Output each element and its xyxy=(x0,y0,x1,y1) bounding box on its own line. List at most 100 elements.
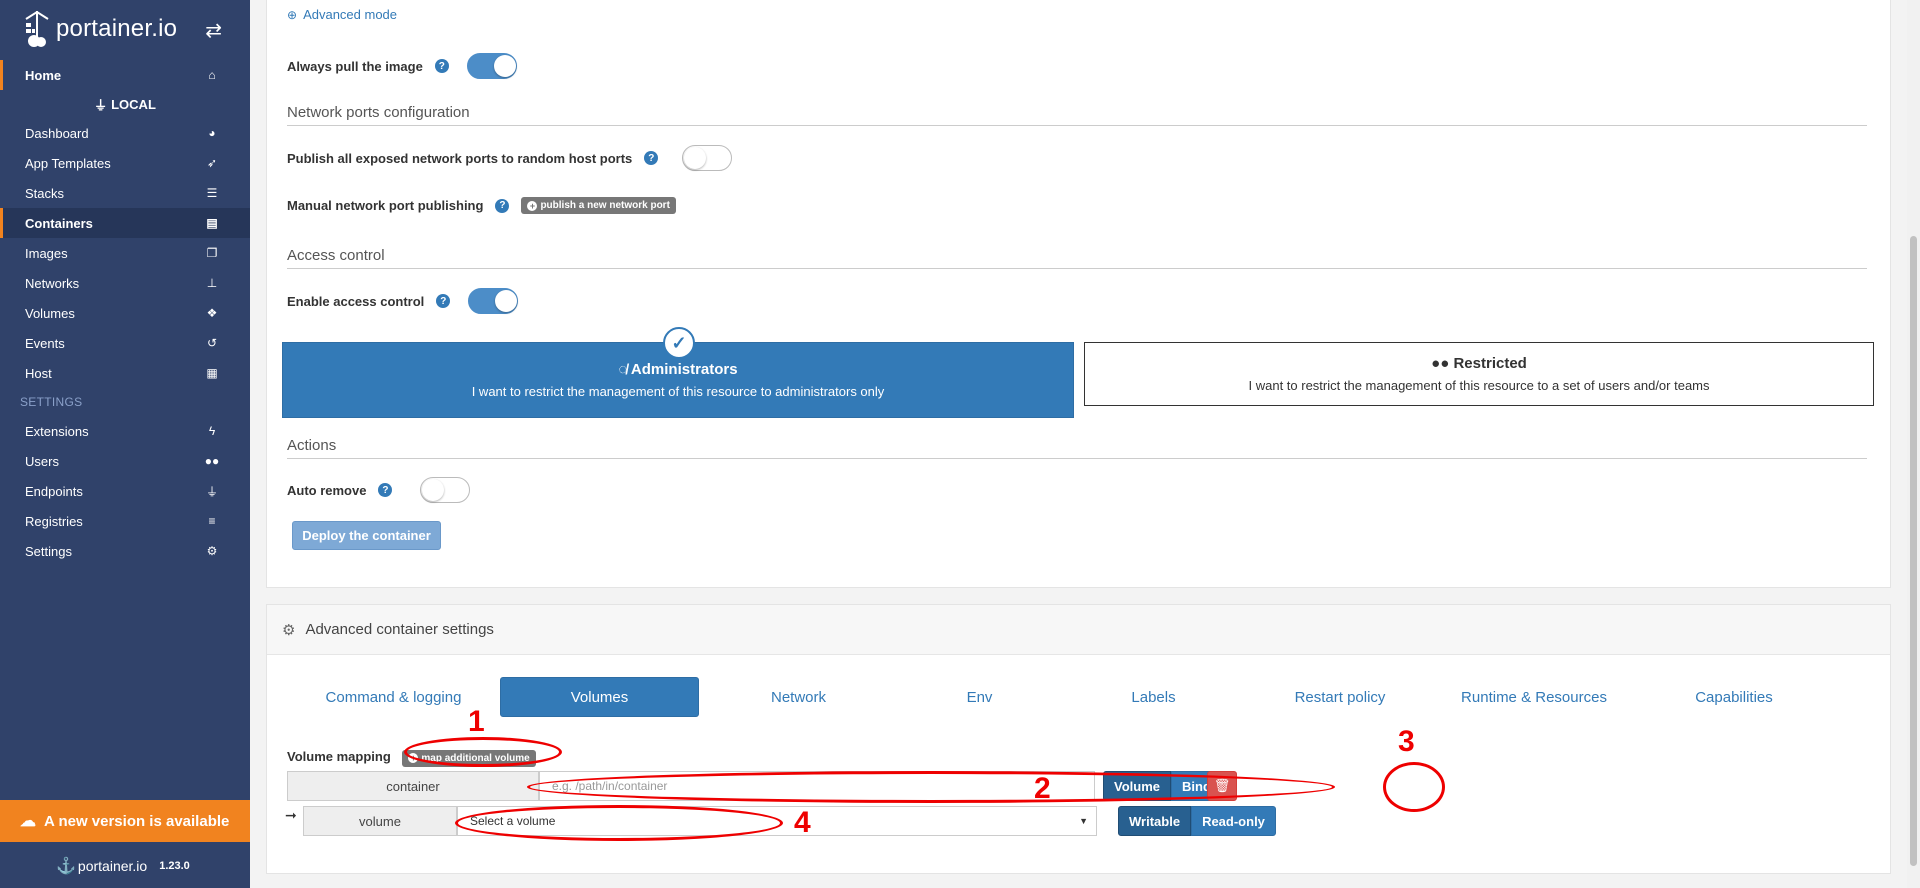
server-icon: ▤ xyxy=(206,216,218,230)
annotation-number-3: 3 xyxy=(1398,725,1415,758)
help-icon[interactable]: ? xyxy=(644,151,659,165)
create-container-form: ⊕ Advanced mode Always pull the image ? … xyxy=(266,0,1891,588)
main-content: ⊕ Advanced mode Always pull the image ? … xyxy=(250,0,1920,888)
sidebar-item-label: App Templates xyxy=(25,155,111,171)
sidebar-item-dashboard[interactable]: Dashboard ◕ xyxy=(0,118,250,148)
tab-network[interactable]: Network xyxy=(699,677,898,717)
sidebar-item-label: Dashboard xyxy=(25,125,89,141)
enable-access-control-toggle[interactable] xyxy=(468,288,519,314)
settings-section-title: SETTINGS xyxy=(20,395,83,409)
enable-access-control-label: Enable access control xyxy=(287,293,425,309)
tab-restart-policy[interactable]: Restart policy xyxy=(1246,677,1434,717)
tab-capabilities[interactable]: Capabilities xyxy=(1634,677,1834,717)
network-ports-section-title: Network ports configuration xyxy=(287,104,1867,126)
sitemap-icon: ⊥ xyxy=(206,276,218,290)
trash-icon: 🗑 xyxy=(1213,778,1231,793)
restricted-option[interactable]: ●● Restricted I want to restrict the man… xyxy=(1084,342,1874,406)
administrators-option-desc: I want to restrict the management of thi… xyxy=(471,384,885,399)
restricted-title-text: Restricted xyxy=(1453,355,1527,372)
sidebar-item-label: Extensions xyxy=(25,423,89,439)
advanced-mode-link[interactable]: ⊕ Advanced mode xyxy=(287,7,397,22)
footer-brand: ⚓ portainer.io 1.23.0 xyxy=(56,856,190,876)
deploy-container-button[interactable]: Deploy the container xyxy=(292,521,441,550)
publish-new-port-label: publish a new network port xyxy=(540,200,670,211)
update-banner-text: A new version is available xyxy=(44,812,230,830)
version-label: 1.23.0 xyxy=(159,860,190,872)
auto-remove-label: Auto remove xyxy=(287,482,367,498)
sidebar-item-images[interactable]: Images ❐ xyxy=(0,238,250,268)
database-icon: ≡ xyxy=(208,514,216,528)
list-icon: ☰ xyxy=(206,186,218,200)
always-pull-label: Always pull the image xyxy=(287,58,423,74)
sidebar-item-label: Users xyxy=(25,453,59,469)
brand-name[interactable]: portainer.io xyxy=(56,15,177,43)
cubes-icon: ❖ xyxy=(206,306,218,320)
volume-type-button[interactable]: Volume xyxy=(1103,771,1171,801)
help-icon[interactable]: ? xyxy=(378,483,393,497)
sidebar-item-endpoints[interactable]: Endpoints ⏚ xyxy=(0,476,250,506)
sidebar-item-stacks[interactable]: Stacks ☰ xyxy=(0,178,250,208)
select-volume-value: Select a volume xyxy=(470,814,556,828)
map-additional-volume-button[interactable]: + map additional volume xyxy=(402,749,536,767)
sidebar-item-networks[interactable]: Networks ⊥ xyxy=(0,268,250,298)
page-scrollbar[interactable] xyxy=(1907,0,1920,888)
help-icon[interactable]: ? xyxy=(495,198,510,213)
brand-header: portainer.io ⇄ xyxy=(0,0,250,58)
volume-type-toggle: Volume Bind xyxy=(1103,771,1222,801)
tab-runtime-resources[interactable]: Runtime & Resources xyxy=(1434,677,1634,717)
sidebar-item-users[interactable]: Users ●● xyxy=(0,446,250,476)
sidebar-item-label: Containers xyxy=(25,215,93,231)
sidebar-item-label: Endpoints xyxy=(25,483,83,499)
help-icon[interactable]: ? xyxy=(434,59,449,73)
restricted-option-desc: I want to restrict the management of thi… xyxy=(1248,378,1710,393)
writable-button[interactable]: Writable xyxy=(1118,806,1192,836)
sidebar-item-app-templates[interactable]: App Templates ➶ xyxy=(0,148,250,178)
sidebar-item-events[interactable]: Events ↺ xyxy=(0,328,250,358)
sidebar-item-label: Events xyxy=(25,335,65,351)
publish-all-toggle[interactable] xyxy=(682,145,733,171)
sidebar-item-home[interactable]: Home ⌂ xyxy=(0,60,250,90)
sidebar-item-volumes[interactable]: Volumes ❖ xyxy=(0,298,250,328)
sidebar-item-label: Host xyxy=(25,365,52,381)
publish-new-port-button[interactable]: + publish a new network port xyxy=(521,197,676,214)
sidebar-item-extensions[interactable]: Extensions ϟ xyxy=(0,416,250,446)
volume-mapping-text: Volume mapping xyxy=(287,749,391,764)
tab-env[interactable]: Env xyxy=(898,677,1061,717)
container-path-input[interactable]: e.g. /path/in/container xyxy=(539,771,1095,801)
actions-section-title: Actions xyxy=(287,437,1867,459)
environment-title: ⏚ LOCAL xyxy=(0,90,250,118)
footer-brand-name: portainer.io xyxy=(77,858,148,874)
update-banner[interactable]: ☁ A new version is available xyxy=(0,800,250,842)
sidebar-item-label: Registries xyxy=(25,513,83,529)
sidebar-item-label: Images xyxy=(25,245,68,261)
annotation-number-2: 2 xyxy=(1034,772,1051,805)
cloud-download-icon: ☁ xyxy=(20,813,36,830)
auto-remove-toggle[interactable] xyxy=(420,477,471,503)
advanced-mode-label: Advanced mode xyxy=(303,7,398,22)
sidebar-item-registries[interactable]: Registries ≡ xyxy=(0,506,250,536)
sidebar: portainer.io ⇄ Home ⌂ ⏚ LOCAL Dashboard … xyxy=(0,0,250,888)
access-mode-toggle: Writable Read-only xyxy=(1118,806,1276,836)
readonly-button[interactable]: Read-only xyxy=(1191,806,1276,836)
sidebar-item-containers[interactable]: Containers ▤ xyxy=(0,208,250,238)
scrollbar-thumb[interactable] xyxy=(1910,236,1917,866)
map-additional-volume-label: map additional volume xyxy=(421,752,530,764)
select-volume-dropdown[interactable]: Select a volume ▼ xyxy=(457,806,1097,836)
sidebar-item-host[interactable]: Host ▦ xyxy=(0,358,250,388)
container-addon: container xyxy=(287,771,539,801)
manual-publish-row: Manual network port publishing ? + publis… xyxy=(287,197,676,214)
help-icon[interactable]: ? xyxy=(436,294,451,308)
always-pull-toggle[interactable] xyxy=(466,53,517,79)
switch-endpoint-icon[interactable]: ⇄ xyxy=(205,18,222,43)
advanced-tabs: Command & logging Volumes Network Env La… xyxy=(287,677,1857,717)
tab-volumes[interactable]: Volumes xyxy=(500,677,699,717)
clone-icon: ❐ xyxy=(206,246,218,260)
users-icon: ●● xyxy=(1431,355,1450,372)
annotation-number-1: 1 xyxy=(468,705,485,738)
sidebar-item-settings[interactable]: Settings ⚙ xyxy=(0,536,250,566)
tab-labels[interactable]: Labels xyxy=(1061,677,1246,717)
volume-mapping-label: Volume mapping + map additional volume xyxy=(287,749,536,767)
eye-slash-icon: ◌̸ xyxy=(618,361,628,378)
remove-volume-button[interactable]: 🗑 xyxy=(1207,771,1237,801)
environment-label: LOCAL xyxy=(111,96,156,112)
